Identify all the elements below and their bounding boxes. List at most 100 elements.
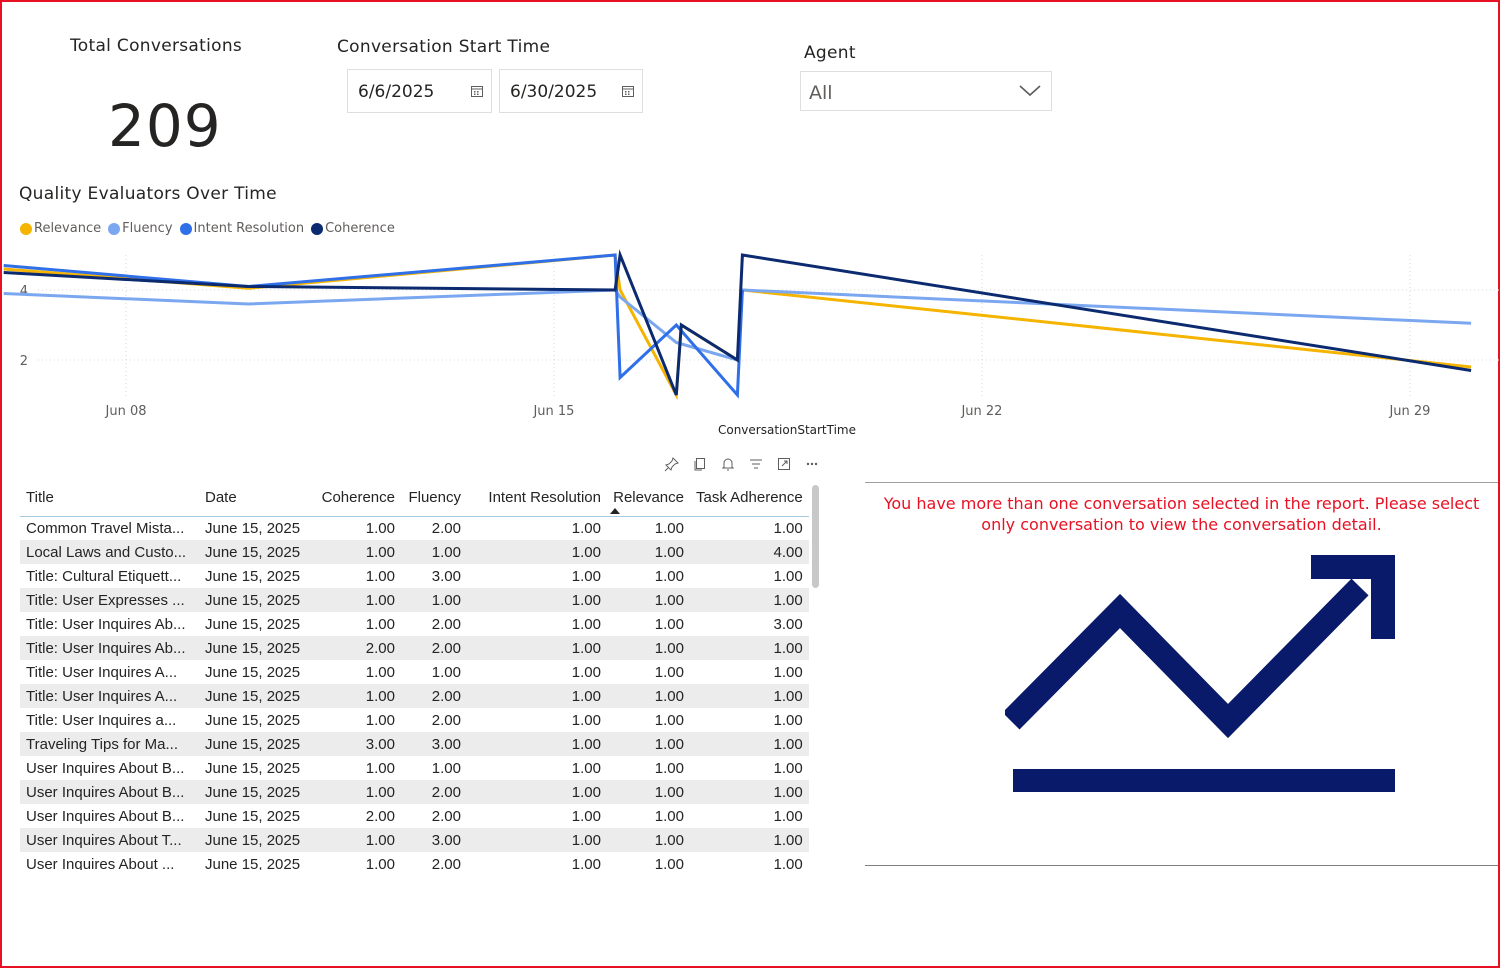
table-cell: 1.00 bbox=[654, 567, 684, 585]
sort-ascending-icon bbox=[610, 507, 620, 514]
table-cell: 1.00 bbox=[654, 855, 684, 871]
table-cell: 1.00 bbox=[773, 567, 803, 585]
table-cell: June 15, 2025 bbox=[205, 855, 301, 871]
table-cell: June 15, 2025 bbox=[199, 588, 312, 612]
table-row[interactable]: Title: User Inquires Ab... June 15, 2025 2… bbox=[20, 636, 809, 660]
table-cell: 1.00 bbox=[312, 780, 401, 804]
table-cell: 1.00 bbox=[365, 711, 395, 729]
filter-icon[interactable] bbox=[748, 456, 764, 472]
column-header[interactable]: Intent Resolution bbox=[467, 480, 607, 517]
table-row[interactable]: User Inquires About ... June 15, 2025 1.00… bbox=[20, 852, 809, 871]
agent-dropdown[interactable]: All bbox=[800, 71, 1052, 111]
table-row[interactable]: User Inquires About B... June 15, 2025 1.0… bbox=[20, 756, 809, 780]
legend-label: Relevance bbox=[34, 221, 102, 236]
table-cell: 1.00 bbox=[654, 519, 684, 537]
table-cell: Local Laws and Custo... bbox=[20, 540, 199, 564]
table-cell: June 15, 2025 bbox=[199, 732, 312, 756]
table-row[interactable]: Title: User Inquires Ab... June 15, 2025 1… bbox=[20, 612, 809, 636]
table-cell: June 15, 2025 bbox=[205, 711, 301, 729]
legend-item[interactable]: Intent Resolution bbox=[179, 221, 304, 236]
more-options-icon[interactable] bbox=[804, 456, 820, 472]
alert-icon[interactable] bbox=[720, 456, 736, 472]
table-row[interactable]: User Inquires About B... June 15, 2025 1.0… bbox=[20, 780, 809, 804]
legend-item[interactable]: Relevance bbox=[20, 221, 101, 236]
calendar-icon[interactable] bbox=[622, 86, 634, 97]
y-tick-label: 2 bbox=[20, 354, 28, 369]
table-cell: 1.00 bbox=[690, 588, 809, 612]
table-cell: 1.00 bbox=[467, 780, 607, 804]
table-row[interactable]: Local Laws and Custo... June 15, 2025 1.00… bbox=[20, 540, 809, 564]
legend-label: Coherence bbox=[325, 221, 395, 236]
agent-slicer-title: Agent bbox=[804, 43, 856, 63]
table-row[interactable]: Title: User Inquires A... June 15, 2025 1.… bbox=[20, 660, 809, 684]
column-header[interactable]: Task Adherence bbox=[690, 480, 809, 517]
table-scrollbar-thumb[interactable] bbox=[812, 485, 819, 588]
table-cell: 2.00 bbox=[431, 711, 461, 729]
table-cell: 1.00 bbox=[467, 540, 607, 564]
table-cell: 1.00 bbox=[431, 663, 461, 681]
end-date-input[interactable]: 6/30/2025 bbox=[499, 69, 643, 113]
series-line bbox=[3, 253, 744, 399]
table-cell: 2.00 bbox=[365, 807, 395, 825]
table-cell: 1.00 bbox=[607, 636, 690, 660]
table-cell: Title: User Inquires A... bbox=[20, 684, 199, 708]
table-row[interactable]: Title: User Inquires A... June 15, 2025 1.… bbox=[20, 684, 809, 708]
column-header[interactable]: Fluency bbox=[401, 480, 467, 517]
card-value: 209 bbox=[108, 92, 222, 160]
chart-legend: Relevance Fluency Intent Resolution Coheren… bbox=[20, 221, 395, 236]
y-tick-label: 4 bbox=[20, 284, 28, 299]
column-header[interactable]: Relevance bbox=[607, 480, 690, 517]
table-row[interactable]: Traveling Tips for Ma... June 15, 2025 3.0… bbox=[20, 732, 809, 756]
table-cell: 1.00 bbox=[654, 759, 684, 777]
table-row[interactable]: Title: User Inquires a... June 15, 2025 1.… bbox=[20, 708, 809, 732]
table-row[interactable]: User Inquires About B... June 15, 2025 2.0… bbox=[20, 804, 809, 828]
conversation-detail-panel: You have more than one conversation sele… bbox=[865, 482, 1498, 866]
table-cell: 1.00 bbox=[773, 807, 803, 825]
column-header[interactable]: Date bbox=[199, 480, 312, 517]
x-tick-label: Jun 15 bbox=[532, 404, 574, 419]
table-cell: 1.00 bbox=[365, 759, 395, 777]
start-date-input[interactable]: 6/6/2025 bbox=[347, 69, 492, 113]
x-tick-label: Jun 22 bbox=[960, 404, 1002, 419]
table-cell: User Inquires About ... bbox=[26, 855, 175, 871]
conversation-table[interactable]: Title Date Coherence Fluency Intent Resoluti… bbox=[20, 480, 810, 870]
table-cell: 1.00 bbox=[431, 759, 461, 777]
line-chart[interactable]: 2 4 Jun 08 Jun 15 Jun 22 Jun 29 ConversationSt… bbox=[0, 240, 1500, 440]
table-cell: 1.00 bbox=[401, 588, 467, 612]
chevron-down-icon bbox=[1019, 85, 1041, 97]
table-row[interactable]: Title: User Expresses ... June 15, 2025 1.… bbox=[20, 588, 809, 612]
table-cell: 1.00 bbox=[467, 828, 607, 852]
legend-item[interactable]: Coherence bbox=[311, 221, 395, 236]
table-cell: 4.00 bbox=[690, 540, 809, 564]
table-cell: 1.00 bbox=[690, 828, 809, 852]
focus-mode-icon[interactable] bbox=[776, 456, 792, 472]
table-row[interactable]: Common Travel Mista... June 15, 2025 1.00 2… bbox=[20, 516, 809, 540]
table-cell: 2.00 bbox=[401, 636, 467, 660]
table-cell: June 15, 2025 bbox=[199, 540, 312, 564]
x-tick-label: Jun 29 bbox=[1388, 404, 1430, 419]
table-cell: 1.00 bbox=[607, 684, 690, 708]
pin-icon[interactable] bbox=[664, 456, 680, 472]
table-cell: 1.00 bbox=[467, 684, 607, 708]
table-cell: 1.00 bbox=[690, 732, 809, 756]
legend-item[interactable]: Fluency bbox=[108, 221, 173, 236]
table-row[interactable]: User Inquires About T... June 15, 2025 1.0… bbox=[20, 828, 809, 852]
table-cell: Title: User Inquires A... bbox=[26, 663, 178, 681]
column-header[interactable]: Coherence bbox=[312, 480, 401, 517]
table-cell: 2.00 bbox=[431, 615, 461, 633]
table-header-row: Title Date Coherence Fluency Intent Resoluti… bbox=[20, 480, 809, 517]
column-header[interactable]: Title bbox=[20, 480, 199, 517]
table-cell: 1.00 bbox=[401, 540, 467, 564]
table-cell: 1.00 bbox=[654, 663, 684, 681]
table-cell: 1.00 bbox=[607, 828, 690, 852]
table-cell: 1.00 bbox=[365, 615, 395, 633]
table-cell: Traveling Tips for Ma... bbox=[20, 732, 199, 756]
card-title: Total Conversations bbox=[70, 36, 243, 56]
calendar-icon[interactable] bbox=[471, 86, 483, 97]
copy-icon[interactable] bbox=[692, 456, 708, 472]
table-row[interactable]: Title: Cultural Etiquett... June 15, 2025… bbox=[20, 564, 809, 588]
table-cell: Title: User Inquires Ab... bbox=[26, 615, 186, 633]
table-cell: 2.00 bbox=[312, 636, 401, 660]
table-cell: 1.00 bbox=[467, 588, 607, 612]
table-cell: 1.00 bbox=[654, 711, 684, 729]
